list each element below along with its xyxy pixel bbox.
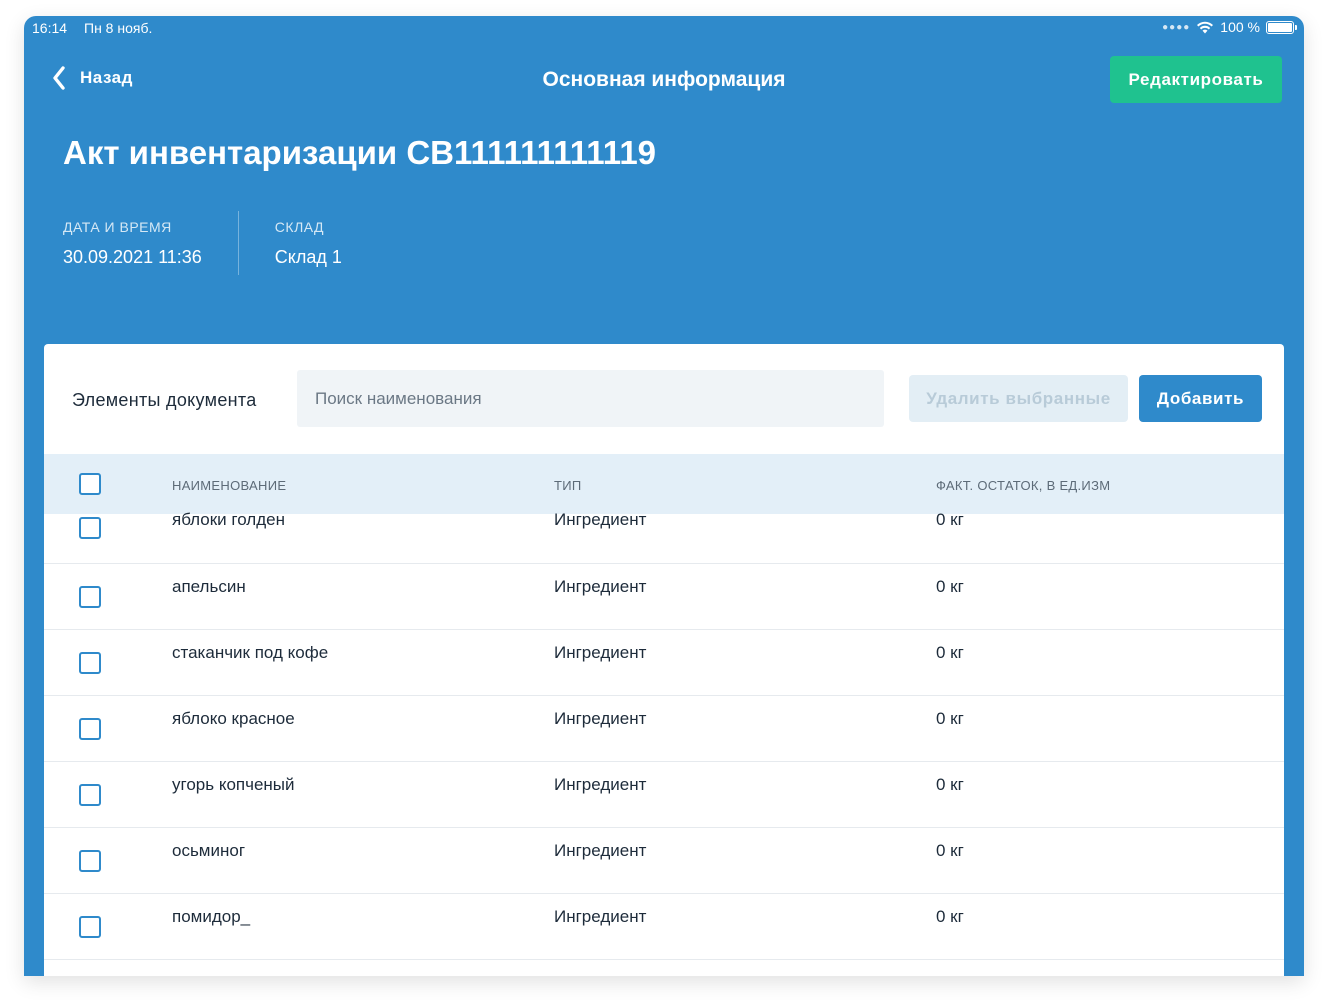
status-date: Пн 8 нояб. bbox=[84, 20, 153, 36]
cell-qty: 0 кг bbox=[936, 643, 964, 662]
cell-type: Ингредиент bbox=[554, 775, 647, 794]
cell-qty: 0 кг bbox=[936, 841, 964, 860]
items-section-label: Элементы документа bbox=[72, 390, 257, 410]
meta-datetime: ДАТА И ВРЕМЯ 30.09.2021 11:36 bbox=[63, 211, 239, 275]
table-row[interactable]: стаканчик под кофе Ингредиент 0 кг bbox=[44, 630, 1284, 696]
meta-warehouse-value: Склад 1 bbox=[274, 247, 342, 267]
cell-type: Ингредиент bbox=[554, 643, 647, 662]
add-button[interactable]: Добавить bbox=[1139, 375, 1262, 422]
meta-datetime-label: ДАТА И ВРЕМЯ bbox=[63, 219, 172, 235]
cell-qty: 0 кг bbox=[936, 775, 964, 794]
cell-name: осьминог bbox=[172, 841, 246, 860]
delete-selected-button[interactable]: Удалить выбранные bbox=[909, 375, 1128, 422]
items-card: Элементы документа Удалить выбранные Доб… bbox=[44, 344, 1284, 976]
status-time: 16:14 bbox=[32, 20, 68, 36]
table-row[interactable]: яблоко красное Ингредиент 0 кг bbox=[44, 696, 1284, 762]
column-header-name[interactable]: НАИМЕНОВАНИЕ bbox=[172, 478, 286, 493]
cell-qty: 0 кг bbox=[936, 510, 964, 529]
cell-name: помидор_ bbox=[172, 907, 251, 926]
search-input[interactable] bbox=[297, 370, 884, 427]
select-all-checkbox[interactable] bbox=[79, 473, 101, 495]
column-header-type[interactable]: ТИП bbox=[554, 478, 582, 493]
row-checkbox[interactable] bbox=[79, 850, 101, 872]
cell-qty: 0 кг bbox=[936, 709, 964, 728]
edit-button[interactable]: Редактировать bbox=[1110, 56, 1282, 103]
cell-qty: 0 кг bbox=[936, 907, 964, 926]
table-row[interactable]: помидор_ Ингредиент 0 кг bbox=[44, 894, 1284, 960]
table-row[interactable]: яблоки голден Ингредиент 0 кг bbox=[44, 510, 1284, 564]
cell-name: яблоко красное bbox=[172, 709, 295, 728]
cell-qty: 0 кг bbox=[936, 577, 964, 596]
cell-name: стаканчик под кофе bbox=[172, 643, 329, 662]
meta-datetime-value: 30.09.2021 11:36 bbox=[63, 247, 202, 267]
cell-type: Ингредиент bbox=[554, 510, 647, 529]
table-header: НАИМЕНОВАНИЕ ТИП ФАКТ. ОСТАТОК, В ЕД.ИЗМ bbox=[44, 454, 1284, 514]
status-bar: 16:14 Пн 8 нояб. ●●●● 100 % bbox=[24, 16, 1304, 42]
cell-type: Ингредиент bbox=[554, 907, 647, 926]
row-checkbox[interactable] bbox=[79, 718, 101, 740]
row-checkbox[interactable] bbox=[79, 916, 101, 938]
status-right: ●●●● 100 % bbox=[1162, 19, 1297, 35]
battery-percent: 100 % bbox=[1220, 19, 1260, 35]
table-row[interactable]: осьминог Ингредиент 0 кг bbox=[44, 828, 1284, 894]
row-checkbox[interactable] bbox=[79, 652, 101, 674]
signal-icon: ●●●● bbox=[1162, 21, 1191, 33]
cell-name: яблоки голден bbox=[172, 510, 285, 529]
table-row[interactable]: угорь копченый Ингредиент 0 кг bbox=[44, 762, 1284, 828]
meta-warehouse: СКЛАД Склад 1 bbox=[239, 211, 342, 275]
cell-name: апельсин bbox=[172, 577, 246, 596]
column-header-qty[interactable]: ФАКТ. ОСТАТОК, В ЕД.ИЗМ bbox=[936, 478, 1110, 493]
cell-type: Ингредиент bbox=[554, 709, 647, 728]
table-row[interactable]: апельсин Ингредиент 0 кг bbox=[44, 564, 1284, 630]
row-checkbox[interactable] bbox=[79, 517, 101, 539]
app-window: 16:14 Пн 8 нояб. ●●●● 100 % Назад Основн… bbox=[24, 16, 1304, 976]
battery-icon bbox=[1266, 20, 1297, 34]
document-meta: ДАТА И ВРЕМЯ 30.09.2021 11:36 СКЛАД Скла… bbox=[63, 211, 342, 275]
wifi-icon bbox=[1197, 21, 1214, 33]
row-checkbox[interactable] bbox=[79, 784, 101, 806]
meta-warehouse-label: СКЛАД bbox=[274, 219, 325, 235]
row-checkbox[interactable] bbox=[79, 586, 101, 608]
document-title: Акт инвентаризации СВ111111111119 bbox=[63, 134, 657, 171]
cell-name: угорь копченый bbox=[172, 775, 295, 794]
cell-type: Ингредиент bbox=[554, 577, 647, 596]
cell-type: Ингредиент bbox=[554, 841, 647, 860]
table-body: яблоки голден Ингредиент 0 кг апельсин И… bbox=[44, 510, 1284, 960]
